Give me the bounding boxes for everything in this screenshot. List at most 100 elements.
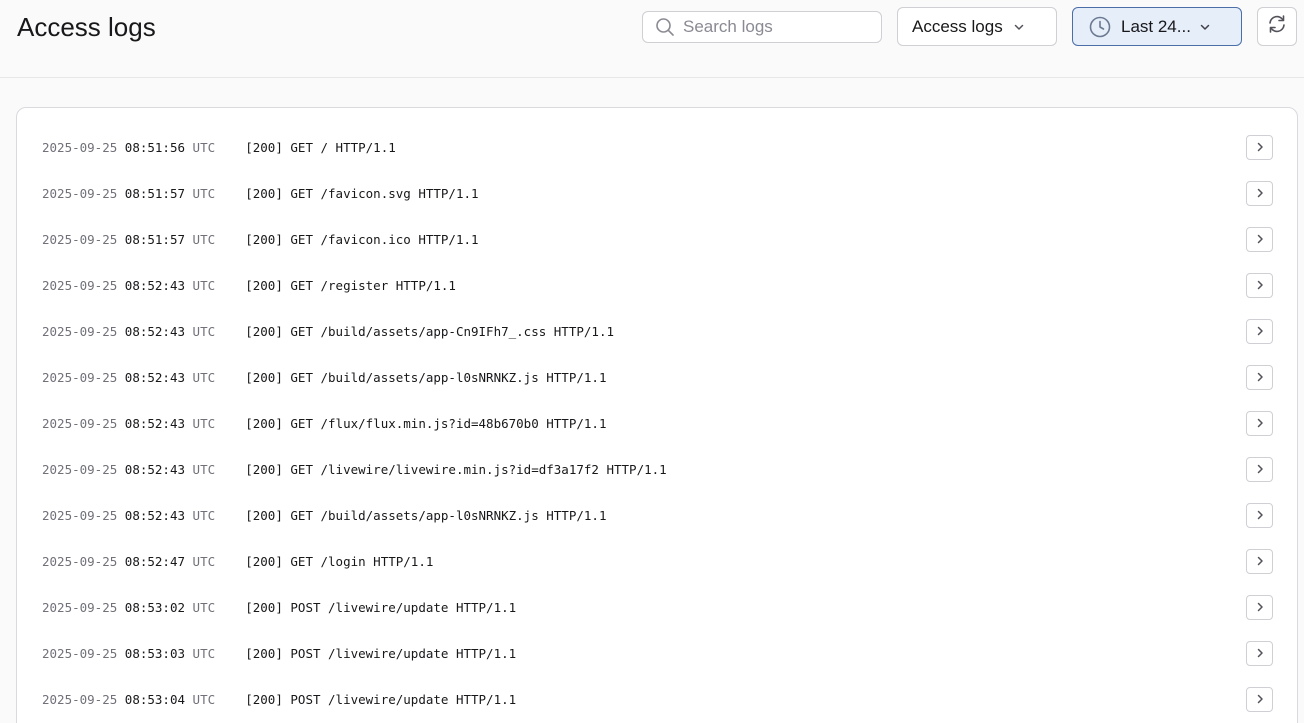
log-entry-text: 2025-09-25 08:52:43 UTC [200] GET /flux/…: [42, 416, 606, 431]
chevron-right-icon: [1254, 141, 1266, 153]
page-title: Access logs: [17, 12, 156, 42]
log-message: [200] GET / HTTP/1.1: [245, 139, 396, 155]
refresh-button[interactable]: [1257, 7, 1297, 46]
log-date: 2025-09-25: [42, 507, 118, 523]
log-time: 08:52:47: [124, 553, 186, 569]
chevron-right-icon: [1254, 233, 1266, 245]
log-date: 2025-09-25: [42, 369, 118, 385]
log-message: [200] GET /favicon.svg HTTP/1.1: [245, 185, 479, 201]
search-input[interactable]: [683, 17, 863, 37]
log-entry-text: 2025-09-25 08:53:02 UTC [200] POST /live…: [42, 600, 516, 615]
log-time: 08:52:43: [124, 507, 186, 523]
log-time: 08:52:43: [124, 415, 186, 431]
log-row[interactable]: 2025-09-25 08:51:56 UTC [200] GET / HTTP…: [17, 124, 1297, 170]
log-message: [200] GET /register HTTP/1.1: [245, 277, 456, 293]
log-row[interactable]: 2025-09-25 08:52:43 UTC [200] GET /livew…: [17, 446, 1297, 492]
log-date: 2025-09-25: [42, 415, 118, 431]
log-timezone: UTC: [192, 553, 216, 569]
expand-log-button[interactable]: [1246, 456, 1273, 482]
log-row[interactable]: 2025-09-25 08:53:03 UTC [200] POST /live…: [17, 630, 1297, 676]
expand-log-button[interactable]: [1246, 548, 1273, 574]
expand-log-button[interactable]: [1246, 640, 1273, 666]
time-range-label: Last 24...: [1121, 16, 1191, 36]
log-row[interactable]: 2025-09-25 08:53:02 UTC [200] POST /live…: [17, 584, 1297, 630]
expand-log-button[interactable]: [1246, 134, 1273, 160]
log-message: [200] GET /build/assets/app-l0sNRNKZ.js …: [245, 507, 607, 523]
log-timezone: UTC: [192, 369, 216, 385]
log-message: [200] POST /livewire/update HTTP/1.1: [245, 599, 517, 615]
log-type-select[interactable]: Access logs: [897, 7, 1057, 46]
expand-log-button[interactable]: [1246, 318, 1273, 344]
log-date: 2025-09-25: [42, 185, 118, 201]
log-row[interactable]: 2025-09-25 08:53:04 UTC [200] POST /live…: [17, 676, 1297, 722]
log-time: 08:51:57: [124, 185, 186, 201]
log-timezone: UTC: [192, 277, 216, 293]
log-timezone: UTC: [192, 185, 216, 201]
log-message: [200] GET /build/assets/app-l0sNRNKZ.js …: [245, 369, 607, 385]
log-message: [200] GET /build/assets/app-Cn9IFh7_.css…: [245, 323, 614, 339]
chevron-right-icon: [1254, 509, 1266, 521]
expand-log-button[interactable]: [1246, 364, 1273, 390]
log-message: [200] POST /livewire/update HTTP/1.1: [245, 645, 517, 661]
log-row[interactable]: 2025-09-25 08:52:43 UTC [200] GET /build…: [17, 308, 1297, 354]
log-timezone: UTC: [192, 139, 216, 155]
log-entry-text: 2025-09-25 08:53:03 UTC [200] POST /live…: [42, 646, 516, 661]
log-timezone: UTC: [192, 415, 216, 431]
log-message: [200] POST /livewire/update HTTP/1.1: [245, 691, 517, 707]
log-timezone: UTC: [192, 599, 216, 615]
log-time: 08:53:02: [124, 599, 186, 615]
log-row[interactable]: 2025-09-25 08:51:57 UTC [200] GET /favic…: [17, 216, 1297, 262]
log-timezone: UTC: [192, 231, 216, 247]
expand-log-button[interactable]: [1246, 502, 1273, 528]
chevron-right-icon: [1254, 647, 1266, 659]
log-entry-text: 2025-09-25 08:51:57 UTC [200] GET /favic…: [42, 232, 479, 247]
log-timezone: UTC: [192, 645, 216, 661]
log-entry-text: 2025-09-25 08:52:43 UTC [200] GET /livew…: [42, 462, 667, 477]
log-date: 2025-09-25: [42, 553, 118, 569]
log-row[interactable]: 2025-09-25 08:52:43 UTC [200] GET /build…: [17, 354, 1297, 400]
log-date: 2025-09-25: [42, 277, 118, 293]
chevron-right-icon: [1254, 279, 1266, 291]
search-box[interactable]: [642, 11, 882, 43]
log-date: 2025-09-25: [42, 323, 118, 339]
chevron-down-icon: [1013, 21, 1025, 33]
log-row[interactable]: 2025-09-25 08:51:57 UTC [200] GET /favic…: [17, 170, 1297, 216]
log-entry-text: 2025-09-25 08:52:43 UTC [200] GET /build…: [42, 324, 614, 339]
log-message: [200] GET /flux/flux.min.js?id=48b670b0 …: [245, 415, 607, 431]
expand-log-button[interactable]: [1246, 226, 1273, 252]
expand-log-button[interactable]: [1246, 594, 1273, 620]
log-row[interactable]: 2025-09-25 08:52:43 UTC [200] GET /regis…: [17, 262, 1297, 308]
log-date: 2025-09-25: [42, 691, 118, 707]
log-time: 08:52:43: [124, 277, 186, 293]
clock-icon: [1089, 16, 1111, 38]
log-row[interactable]: 2025-09-25 08:52:43 UTC [200] GET /build…: [17, 492, 1297, 538]
log-entry-text: 2025-09-25 08:52:43 UTC [200] GET /regis…: [42, 278, 456, 293]
log-row[interactable]: 2025-09-25 08:52:47 UTC [200] GET /login…: [17, 538, 1297, 584]
log-timezone: UTC: [192, 691, 216, 707]
log-entry-text: 2025-09-25 08:52:43 UTC [200] GET /build…: [42, 508, 606, 523]
log-timezone: UTC: [192, 507, 216, 523]
log-timezone: UTC: [192, 323, 216, 339]
time-range-select[interactable]: Last 24...: [1072, 7, 1242, 46]
log-time: 08:51:56: [124, 139, 186, 155]
chevron-right-icon: [1254, 463, 1266, 475]
log-message: [200] GET /livewire/livewire.min.js?id=d…: [245, 461, 667, 477]
chevron-right-icon: [1254, 371, 1266, 383]
log-date: 2025-09-25: [42, 599, 118, 615]
expand-log-button[interactable]: [1246, 686, 1273, 712]
expand-log-button[interactable]: [1246, 180, 1273, 206]
log-timezone: UTC: [192, 461, 216, 477]
log-time: 08:52:43: [124, 369, 186, 385]
log-date: 2025-09-25: [42, 461, 118, 477]
log-entry-text: 2025-09-25 08:52:43 UTC [200] GET /build…: [42, 370, 606, 385]
log-time: 08:52:43: [124, 323, 186, 339]
log-time: 08:53:03: [124, 645, 186, 661]
chevron-down-icon: [1199, 21, 1211, 33]
log-date: 2025-09-25: [42, 139, 118, 155]
expand-log-button[interactable]: [1246, 272, 1273, 298]
log-date: 2025-09-25: [42, 231, 118, 247]
log-time: 08:53:04: [124, 691, 186, 707]
expand-log-button[interactable]: [1246, 410, 1273, 436]
log-entry-text: 2025-09-25 08:51:57 UTC [200] GET /favic…: [42, 186, 479, 201]
log-row[interactable]: 2025-09-25 08:52:43 UTC [200] GET /flux/…: [17, 400, 1297, 446]
